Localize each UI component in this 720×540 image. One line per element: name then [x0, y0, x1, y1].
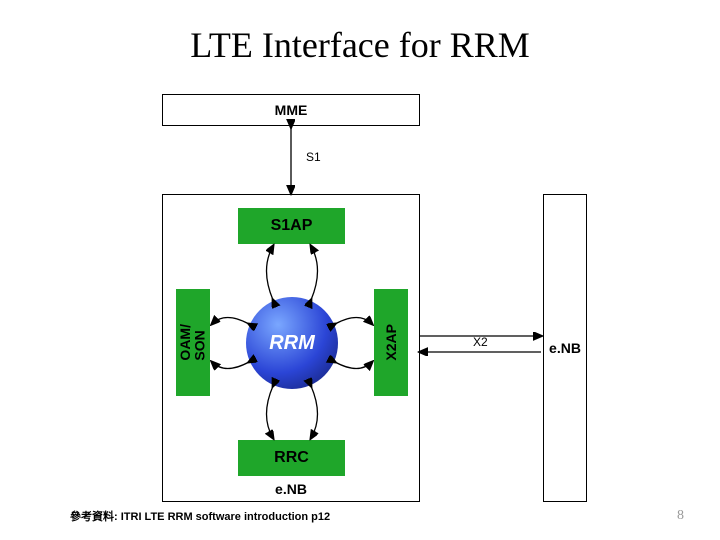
- architecture-diagram: MME e.NB e.NB S1AP RRC OAM/ SON X2AP: [165, 94, 595, 504]
- connectors: [165, 94, 595, 504]
- slide: LTE Interface for RRM MME e.NB e.NB S1AP…: [0, 0, 720, 540]
- edge-s1-label: S1: [306, 150, 321, 164]
- footnote: 參考資料: ITRI LTE RRM software introduction…: [70, 508, 330, 524]
- slide-title: LTE Interface for RRM: [0, 24, 720, 66]
- edge-rrm-s1ap-r: [311, 246, 318, 300]
- edge-rrm-oam-t: [212, 318, 249, 325]
- edge-x2-label: X2: [473, 335, 488, 349]
- edge-rrm-oam-b: [212, 362, 249, 369]
- edge-rrm-rrc-l: [267, 386, 274, 438]
- slide-number: 8: [677, 508, 684, 524]
- edge-rrm-s1ap-l: [267, 246, 274, 300]
- edge-rrm-x2ap-b: [335, 362, 372, 369]
- edge-rrm-x2ap-t: [335, 318, 372, 325]
- edge-rrm-rrc-r: [311, 386, 318, 438]
